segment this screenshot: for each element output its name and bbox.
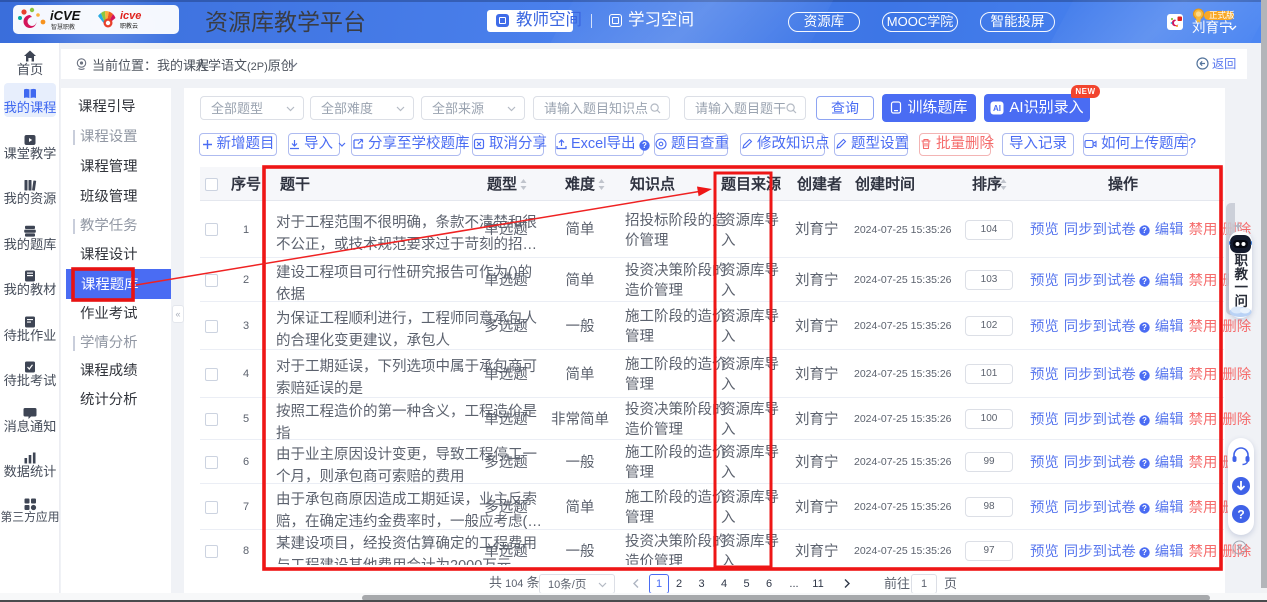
svg-text:职教云: 职教云 <box>120 22 138 30</box>
svg-text:?: ? <box>1142 277 1147 286</box>
svg-text:?: ? <box>1142 459 1147 468</box>
svg-text:?: ? <box>1142 504 1147 513</box>
svg-text:icve: icve <box>120 10 141 22</box>
svg-text:智慧职教: 智慧职教 <box>51 23 75 31</box>
svg-text:?: ? <box>1142 548 1147 557</box>
svg-text:?: ? <box>1142 371 1147 380</box>
svg-text:?: ? <box>643 141 648 150</box>
svg-text:?: ? <box>1142 416 1147 425</box>
svg-text:?: ? <box>1142 323 1147 332</box>
svg-text:?: ? <box>1142 226 1147 235</box>
svg-text:iCVE: iCVE <box>50 8 81 23</box>
svg-text:AI: AI <box>993 104 1001 113</box>
svg-text:?: ? <box>1237 508 1244 522</box>
